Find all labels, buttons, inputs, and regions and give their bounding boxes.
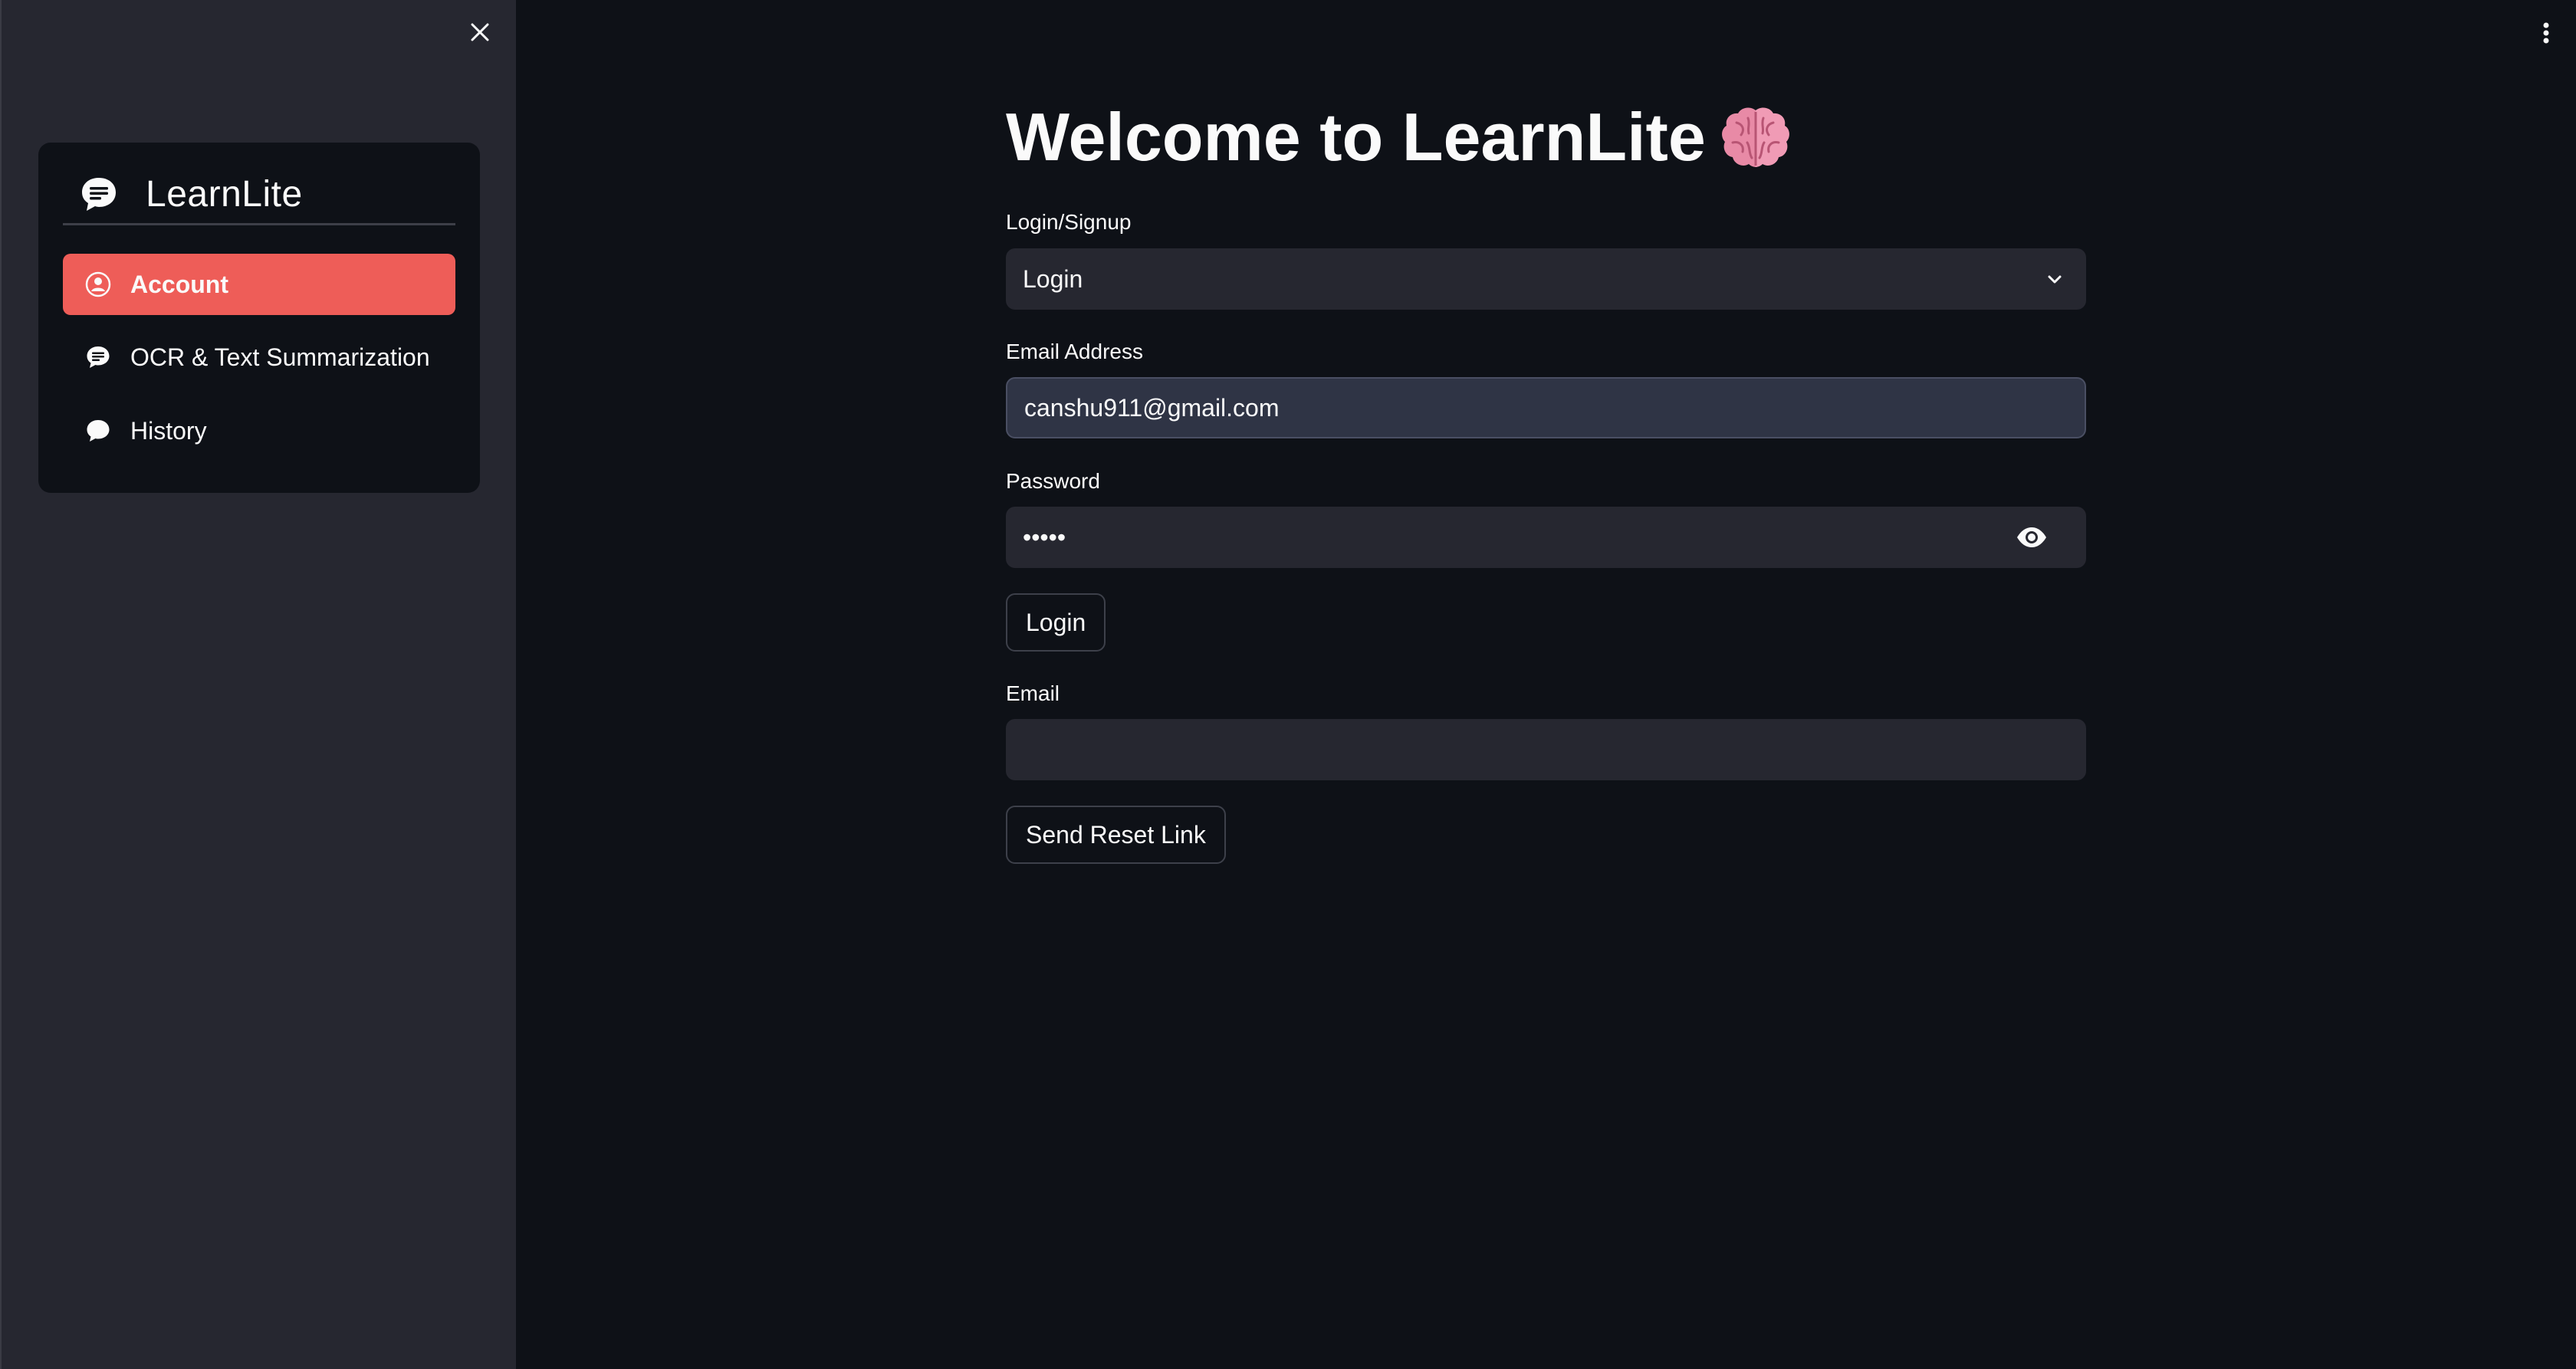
- navigation-menu: LearnLite Account OCR & Text Summarizati…: [38, 143, 480, 493]
- nav-item-label: OCR & Text Summarization: [130, 343, 430, 371]
- email-address-value: canshu911@gmail.com: [1024, 393, 1280, 422]
- mode-select-value: Login: [1023, 264, 1083, 293]
- more-vertical-icon: [2543, 22, 2549, 44]
- reset-email-input[interactable]: [1006, 719, 2086, 780]
- app-window: LearnLite Account OCR & Text Summarizati…: [0, 0, 2576, 1369]
- nav-item-ocr-summarization[interactable]: OCR & Text Summarization: [63, 327, 455, 388]
- password-label: Password: [1006, 469, 1100, 493]
- mode-select-label: Login/Signup: [1006, 210, 1132, 234]
- person-circle-icon: [85, 271, 111, 297]
- chevron-down-icon: [2048, 275, 2062, 284]
- nav-item-history[interactable]: History: [63, 400, 455, 461]
- chat-bubble-icon: [87, 420, 110, 442]
- nav-item-account[interactable]: Account: [63, 254, 455, 315]
- chat-text-icon: [87, 346, 110, 368]
- brain-icon: [1721, 107, 1789, 167]
- page-title-text: Welcome to LearnLite: [1006, 99, 1706, 175]
- email-address-input[interactable]: canshu911@gmail.com: [1006, 377, 2086, 438]
- password-input[interactable]: •••••: [1006, 507, 2086, 568]
- show-password-icon[interactable]: [2016, 525, 2048, 550]
- sidebar: LearnLite Account OCR & Text Summarizati…: [0, 0, 516, 1369]
- send-reset-link-button[interactable]: Send Reset Link: [1006, 806, 1226, 864]
- close-sidebar-button[interactable]: [465, 17, 495, 48]
- login-button[interactable]: Login: [1006, 593, 1106, 652]
- chat-text-icon: [82, 177, 116, 211]
- main-content: Welcome to LearnLite Login/Signup Login …: [516, 0, 2576, 1369]
- app-name: LearnLite: [146, 174, 303, 215]
- nav-item-label: History: [130, 416, 207, 445]
- nav-header: LearnLite: [63, 166, 455, 225]
- mode-select[interactable]: Login: [1006, 248, 2086, 310]
- nav-item-label: Account: [130, 270, 228, 298]
- password-value: •••••: [1023, 523, 1066, 551]
- reset-email-label: Email: [1006, 681, 1060, 705]
- email-address-label: Email Address: [1006, 340, 1143, 363]
- page-title: Welcome to LearnLite: [1006, 98, 1792, 176]
- main-menu-button[interactable]: [2537, 18, 2555, 49]
- close-icon: [471, 23, 489, 41]
